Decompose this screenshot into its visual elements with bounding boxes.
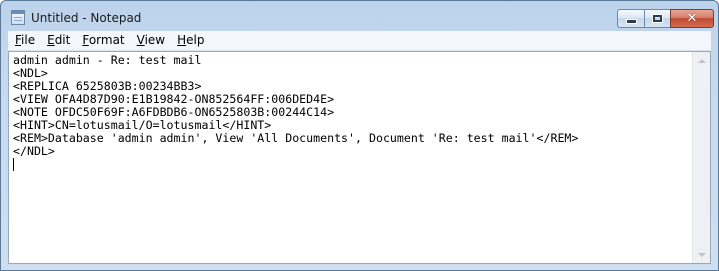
menu-edit[interactable]: Edit xyxy=(41,31,76,50)
close-button[interactable]: ✕ xyxy=(670,9,714,28)
vertical-scrollbar[interactable] xyxy=(692,52,710,263)
scroll-down-button[interactable] xyxy=(693,246,710,263)
menu-view[interactable]: View xyxy=(131,31,171,50)
editor-line: </NDL> xyxy=(13,144,55,158)
window-title: Untitled - Notepad xyxy=(31,11,142,25)
menu-file-rest: ile xyxy=(21,33,36,47)
menu-format[interactable]: Format xyxy=(76,31,130,50)
editor-line: admin admin - Re: test mail xyxy=(13,54,202,67)
title-bar[interactable]: Untitled - Notepad ✕ xyxy=(1,1,718,31)
text-editor[interactable]: admin admin - Re: test mail <NDL> <REPLI… xyxy=(8,51,711,264)
menu-format-rest: ormat xyxy=(88,33,125,47)
menu-help[interactable]: Help xyxy=(171,31,210,50)
close-icon: ✕ xyxy=(686,11,698,26)
arrow-down-icon xyxy=(697,252,706,257)
menu-view-rest: iew xyxy=(144,33,166,47)
editor-line: <REM>Database 'admin admin', View 'All D… xyxy=(13,131,579,145)
notepad-window: Untitled - Notepad ✕ File Edit Format Vi… xyxy=(0,0,719,271)
scroll-up-button[interactable] xyxy=(693,52,710,69)
minimize-icon xyxy=(625,19,637,24)
menu-edit-accel: E xyxy=(47,33,55,47)
menu-file[interactable]: File xyxy=(8,31,41,50)
maximize-icon xyxy=(653,15,662,22)
maximize-button[interactable] xyxy=(644,9,670,28)
text-caret xyxy=(13,158,14,171)
menu-help-rest: elp xyxy=(186,33,205,47)
menu-help-accel: H xyxy=(177,33,187,47)
minimize-button[interactable] xyxy=(617,9,644,28)
menu-view-accel: V xyxy=(136,33,145,47)
arrow-up-icon xyxy=(697,58,706,63)
notepad-icon[interactable] xyxy=(11,10,25,25)
editor-text-area[interactable]: admin admin - Re: test mail <NDL> <REPLI… xyxy=(13,54,689,261)
menu-edit-rest: dit xyxy=(54,33,71,47)
menu-bar: File Edit Format View Help xyxy=(8,31,711,51)
caption-buttons: ✕ xyxy=(617,9,714,28)
